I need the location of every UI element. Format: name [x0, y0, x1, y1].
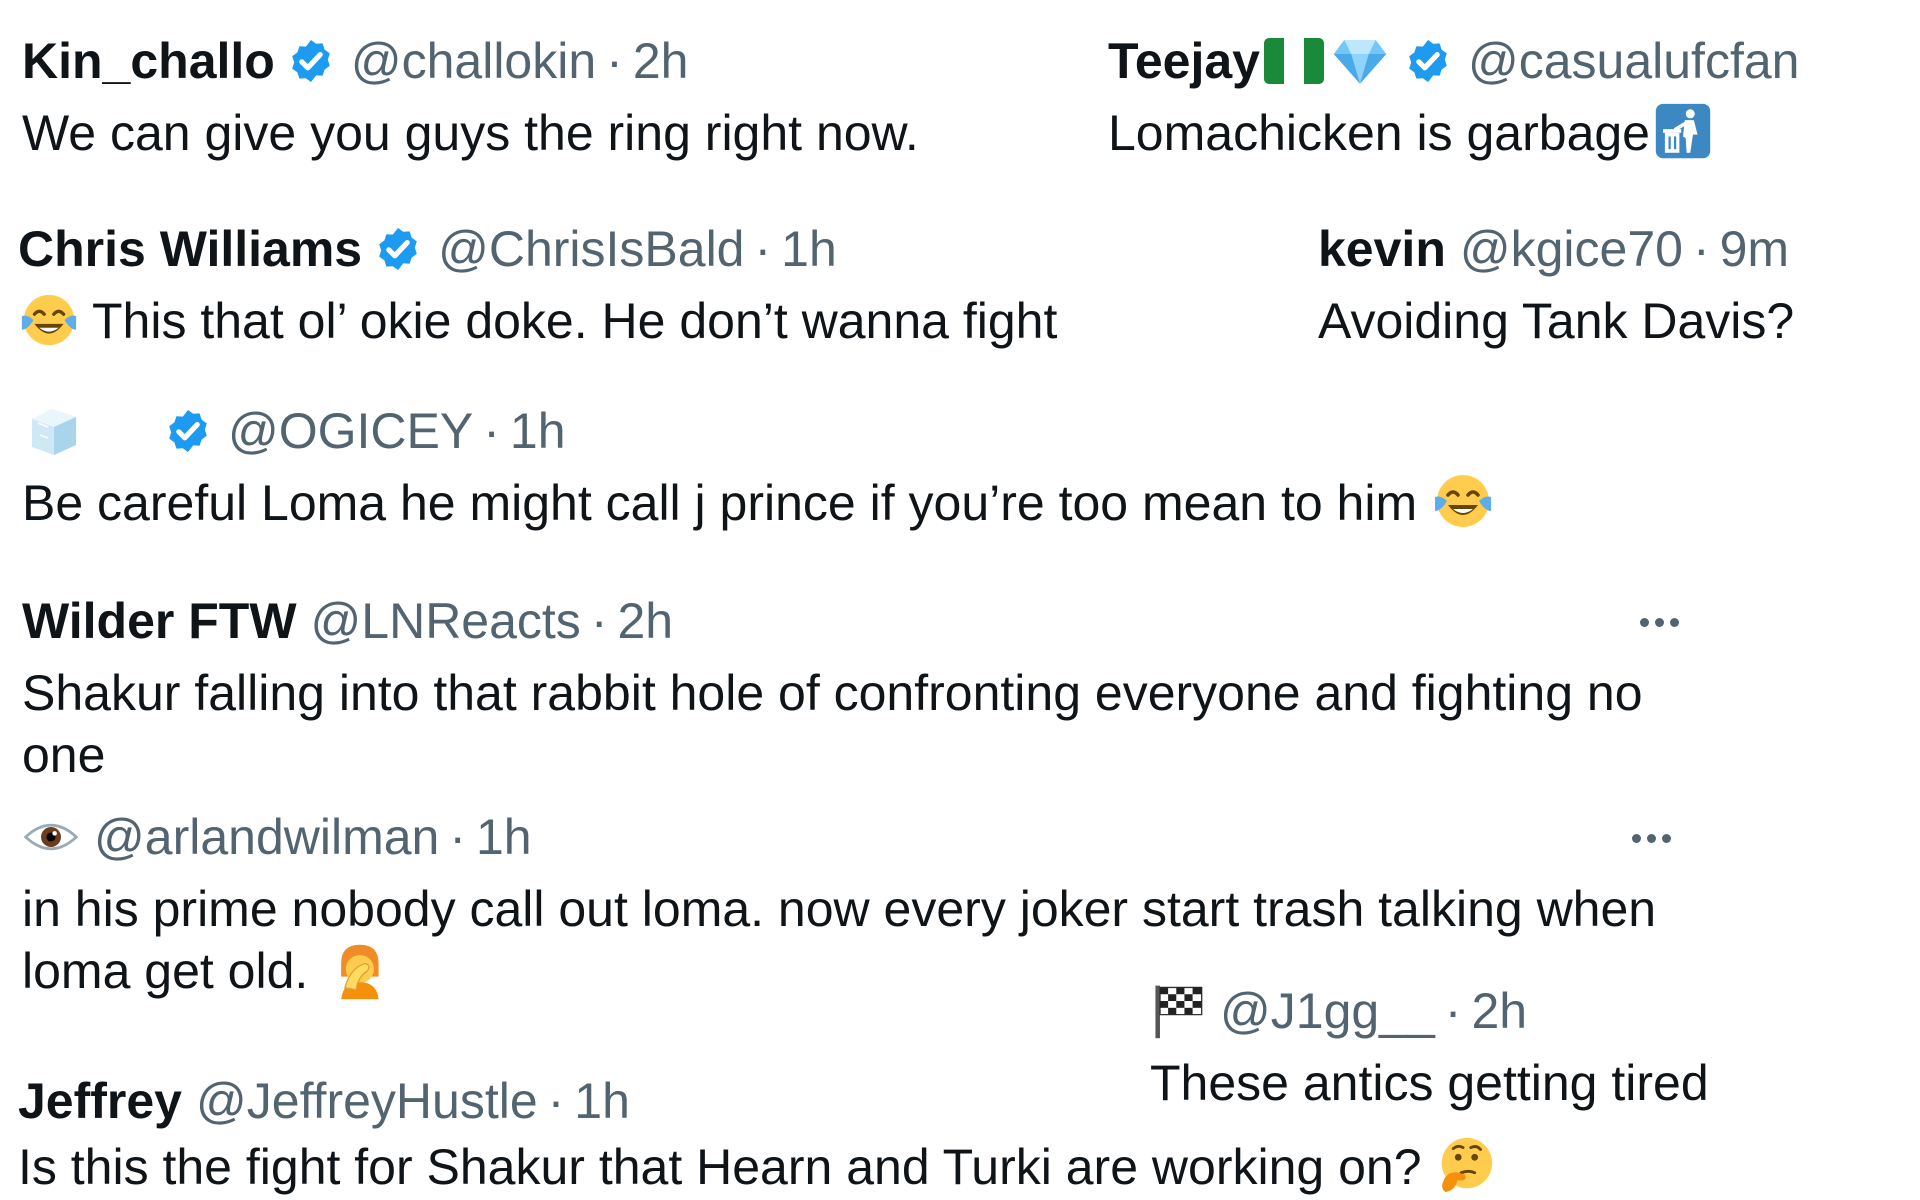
- tweet-header: @arlandwilman · 1h: [22, 806, 1656, 868]
- tweet-text: Avoiding Tank Davis?: [1318, 293, 1795, 349]
- tears-of-joy-icon: [1431, 469, 1495, 533]
- tweet-text-content: Be careful Loma he might call j prince i…: [22, 475, 1418, 531]
- separator: ·: [754, 221, 772, 277]
- tweet-header: Jeffrey @JeffreyHustle · 1h: [18, 1070, 1496, 1132]
- timestamp[interactable]: 1h: [574, 1070, 630, 1132]
- display-name[interactable]: Chris Williams: [18, 218, 362, 280]
- thinking-face-icon: [1434, 1134, 1496, 1196]
- tweet-chris-williams[interactable]: Chris Williams @ChrisIsBald · 1h This th…: [18, 218, 1057, 352]
- gem-icon: [1332, 33, 1388, 89]
- tweet-kin-challo[interactable]: Kin_challo @challokin · 2h We can give y…: [22, 30, 919, 164]
- nigeria-flag-icon: [1263, 38, 1324, 84]
- display-name[interactable]: kevin: [1318, 218, 1446, 280]
- tweet-text-line: Shakur falling into that rabbit hole of …: [22, 665, 1643, 721]
- separator: ·: [1444, 983, 1462, 1039]
- tweet-text: Shakur falling into that rabbit hole of …: [22, 662, 1643, 786]
- tweet-text-content: Lomachicken is garbage: [1108, 105, 1650, 161]
- username[interactable]: @kgice70: [1460, 218, 1683, 280]
- tweet-text-content: loma get old.: [22, 943, 309, 999]
- more-options-icon[interactable]: [1640, 618, 1679, 627]
- tweet-header: Wilder FTW @LNReacts · 2h: [22, 590, 1643, 652]
- separator: ·: [606, 33, 623, 89]
- display-name[interactable]: Kin_challo: [22, 30, 275, 92]
- username[interactable]: @casualufcfan: [1468, 30, 1800, 92]
- tweet-text: This that ol’ okie doke. He don’t wanna …: [18, 290, 1057, 352]
- display-name[interactable]: Jeffrey: [18, 1070, 182, 1132]
- ice-cube-icon: [22, 399, 86, 463]
- timestamp[interactable]: 2h: [633, 30, 689, 92]
- username[interactable]: @JeffreyHustle: [196, 1070, 538, 1132]
- username[interactable]: @LNReacts: [311, 590, 581, 652]
- tweet-header: kevin @kgice70 · 9m: [1318, 218, 1794, 280]
- timestamp[interactable]: 1h: [510, 400, 566, 462]
- username[interactable]: @challokin: [351, 30, 596, 92]
- tweet-text-content: Is this the fight for Shakur that Hearn …: [18, 1139, 1422, 1195]
- more-options-icon[interactable]: [1632, 834, 1671, 843]
- person-facepalming-icon: [328, 941, 388, 1001]
- tweet-jeffrey[interactable]: Jeffrey @JeffreyHustle · 1h Is this the …: [18, 1070, 1496, 1198]
- tweet-teejay[interactable]: Teejay @casualufcfan Lomachicken is garb…: [1108, 30, 1799, 164]
- separator: ·: [483, 403, 500, 459]
- tweet-arlandwilman[interactable]: @arlandwilman · 1h in his prime nobody c…: [22, 806, 1656, 1002]
- tweet-text: We can give you guys the ring right now.: [22, 105, 919, 161]
- timestamp[interactable]: 9m: [1720, 218, 1789, 280]
- timestamp[interactable]: 1h: [476, 806, 532, 868]
- verified-badge-icon: [287, 37, 335, 85]
- tweet-text-line: one: [22, 727, 106, 783]
- username[interactable]: @ChrisIsBald: [438, 218, 744, 280]
- display-name[interactable]: Wilder FTW: [22, 590, 297, 652]
- tweet-ogicey[interactable]: @OGICEY · 1h Be careful Loma he might ca…: [22, 400, 1495, 534]
- tweet-header: Kin_challo @challokin · 2h: [22, 30, 919, 92]
- tweet-text: Lomachicken is garbage: [1108, 102, 1799, 164]
- verified-badge-icon: [374, 225, 422, 273]
- tweet-wilder-ftw[interactable]: Wilder FTW @LNReacts · 2h Shakur falling…: [22, 590, 1643, 786]
- timestamp[interactable]: 2h: [617, 590, 673, 652]
- tweet-header: @OGICEY · 1h: [22, 400, 1495, 462]
- tears-of-joy-icon: [18, 289, 80, 351]
- tweet-header: Chris Williams @ChrisIsBald · 1h: [18, 218, 1057, 280]
- put-litter-in-bin-icon: [1654, 102, 1712, 160]
- tweet-header: Teejay @casualufcfan: [1108, 30, 1799, 92]
- verified-badge-icon: [164, 407, 212, 455]
- timestamp[interactable]: 1h: [781, 218, 837, 280]
- chequered-flag-icon: [1150, 982, 1208, 1040]
- separator: ·: [449, 809, 466, 865]
- separator: ·: [590, 593, 608, 649]
- separator: ·: [1692, 221, 1710, 277]
- separator: ·: [547, 1073, 565, 1129]
- tweet-text: Is this the fight for Shakur that Hearn …: [18, 1136, 1496, 1198]
- username[interactable]: @OGICEY: [228, 400, 473, 462]
- tweet-text: Be careful Loma he might call j prince i…: [22, 472, 1495, 534]
- timestamp[interactable]: 2h: [1471, 980, 1527, 1042]
- tweet-text-line: in his prime nobody call out loma. now e…: [22, 881, 1657, 937]
- eye-icon: [22, 808, 80, 866]
- verified-badge-icon: [1404, 37, 1452, 85]
- username[interactable]: @arlandwilman: [94, 806, 439, 868]
- tweet-kevin[interactable]: kevin @kgice70 · 9m Avoiding Tank Davis?: [1318, 218, 1794, 352]
- username[interactable]: @J1gg__: [1220, 980, 1435, 1042]
- tweet-text-content: This that ol’ okie doke. He don’t wanna …: [92, 293, 1058, 349]
- tweet-header: @J1gg__ · 2h: [1150, 980, 1709, 1042]
- display-name[interactable]: Teejay: [1108, 30, 1260, 92]
